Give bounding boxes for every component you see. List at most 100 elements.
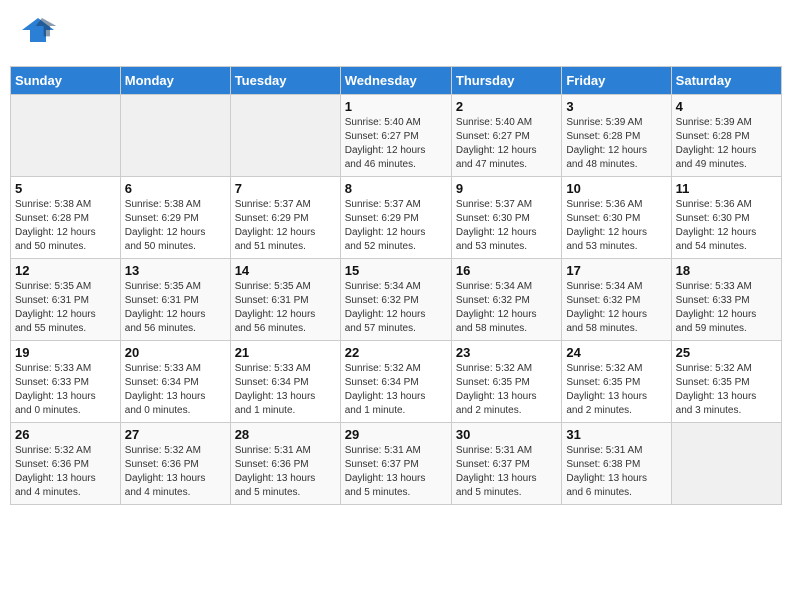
calendar-cell: 4 Sunrise: 5:39 AM Sunset: 6:28 PM Daylig… (671, 95, 781, 177)
calendar-cell: 13Sunrise: 5:35 AM Sunset: 6:31 PM Dayli… (120, 259, 230, 341)
calendar-cell: 20 Sunrise: 5:33 AM Sunset: 6:34 PM Dayli… (120, 341, 230, 423)
day-info: Sunrise: 5:31 AM Sunset: 6:38 PM Dayligh… (566, 444, 666, 500)
day-info: Sunrise: 5:31 AM Sunset: 6:37 PM Dayligh… (345, 444, 447, 500)
calendar-cell: 1 Sunrise: 5:40 AM Sunset: 6:27 PM Daylig… (340, 95, 451, 177)
calendar-cell: 27Sunrise: 5:32 AM Sunset: 6:36 PM Dayli… (120, 423, 230, 505)
day-number: 6 (125, 181, 226, 196)
day-info: Sunrise: 5:34 AM Sunset: 6:32 PM Dayligh… (456, 280, 557, 336)
weekday-header-thursday: Thursday (451, 67, 561, 95)
calendar-cell: 29 Sunrise: 5:31 AM Sunset: 6:37 PM Dayli… (340, 423, 451, 505)
day-info: Sunrise: 5:37 AM Sunset: 6:29 PM Dayligh… (235, 198, 336, 254)
day-number: 11 (676, 181, 777, 196)
day-number: 7 (235, 181, 336, 196)
calendar-cell: 14 Sunrise: 5:35 AM Sunset: 6:31 PM Dayli… (230, 259, 340, 341)
calendar-cell: 26Sunrise: 5:32 AM Sunset: 6:36 PM Dayli… (11, 423, 121, 505)
calendar-cell: 6 Sunrise: 5:38 AM Sunset: 6:29 PM Daylig… (120, 177, 230, 259)
calendar-cell: 7 Sunrise: 5:37 AM Sunset: 6:29 PM Daylig… (230, 177, 340, 259)
calendar-week-2: 5 Sunrise: 5:38 AM Sunset: 6:28 PM Daylig… (11, 177, 782, 259)
page-header (10, 10, 782, 58)
calendar-cell (671, 423, 781, 505)
calendar-header: SundayMondayTuesdayWednesdayThursdayFrid… (11, 67, 782, 95)
day-number: 31 (566, 427, 666, 442)
day-number: 27 (125, 427, 226, 442)
calendar-cell: 17 Sunrise: 5:34 AM Sunset: 6:32 PM Dayli… (562, 259, 671, 341)
day-number: 21 (235, 345, 336, 360)
logo (18, 14, 62, 54)
day-info: Sunrise: 5:33 AM Sunset: 6:34 PM Dayligh… (235, 362, 336, 418)
day-number: 25 (676, 345, 777, 360)
day-number: 26 (15, 427, 116, 442)
day-number: 12 (15, 263, 116, 278)
calendar-cell (230, 95, 340, 177)
day-number: 2 (456, 99, 557, 114)
calendar-cell: 28 Sunrise: 5:31 AM Sunset: 6:36 PM Dayli… (230, 423, 340, 505)
day-number: 1 (345, 99, 447, 114)
calendar-week-1: 1 Sunrise: 5:40 AM Sunset: 6:27 PM Daylig… (11, 95, 782, 177)
day-info: Sunrise: 5:39 AM Sunset: 6:28 PM Dayligh… (566, 116, 666, 172)
day-info: Sunrise: 5:34 AM Sunset: 6:32 PM Dayligh… (345, 280, 447, 336)
day-number: 22 (345, 345, 447, 360)
weekday-header-sunday: Sunday (11, 67, 121, 95)
calendar-week-5: 26Sunrise: 5:32 AM Sunset: 6:36 PM Dayli… (11, 423, 782, 505)
weekday-header-saturday: Saturday (671, 67, 781, 95)
day-number: 14 (235, 263, 336, 278)
day-number: 5 (15, 181, 116, 196)
day-info: Sunrise: 5:38 AM Sunset: 6:28 PM Dayligh… (15, 198, 116, 254)
day-number: 10 (566, 181, 666, 196)
calendar-cell: 10 Sunrise: 5:36 AM Sunset: 6:30 PM Dayli… (562, 177, 671, 259)
calendar-cell: 3 Sunrise: 5:39 AM Sunset: 6:28 PM Daylig… (562, 95, 671, 177)
calendar-cell: 21 Sunrise: 5:33 AM Sunset: 6:34 PM Dayli… (230, 341, 340, 423)
weekday-header-monday: Monday (120, 67, 230, 95)
weekday-header-tuesday: Tuesday (230, 67, 340, 95)
day-info: Sunrise: 5:32 AM Sunset: 6:35 PM Dayligh… (566, 362, 666, 418)
day-info: Sunrise: 5:40 AM Sunset: 6:27 PM Dayligh… (456, 116, 557, 172)
day-info: Sunrise: 5:37 AM Sunset: 6:29 PM Dayligh… (345, 198, 447, 254)
day-number: 15 (345, 263, 447, 278)
day-number: 8 (345, 181, 447, 196)
calendar-cell: 18Sunrise: 5:33 AM Sunset: 6:33 PM Dayli… (671, 259, 781, 341)
day-info: Sunrise: 5:31 AM Sunset: 6:36 PM Dayligh… (235, 444, 336, 500)
day-number: 19 (15, 345, 116, 360)
day-info: Sunrise: 5:33 AM Sunset: 6:34 PM Dayligh… (125, 362, 226, 418)
calendar-cell: 15 Sunrise: 5:34 AM Sunset: 6:32 PM Dayli… (340, 259, 451, 341)
day-info: Sunrise: 5:32 AM Sunset: 6:35 PM Dayligh… (456, 362, 557, 418)
logo-icon (18, 14, 58, 54)
calendar-table: SundayMondayTuesdayWednesdayThursdayFrid… (10, 66, 782, 505)
calendar-week-3: 12 Sunrise: 5:35 AM Sunset: 6:31 PM Dayli… (11, 259, 782, 341)
day-number: 3 (566, 99, 666, 114)
calendar-cell: 16Sunrise: 5:34 AM Sunset: 6:32 PM Dayli… (451, 259, 561, 341)
day-number: 20 (125, 345, 226, 360)
day-info: Sunrise: 5:38 AM Sunset: 6:29 PM Dayligh… (125, 198, 226, 254)
day-info: Sunrise: 5:35 AM Sunset: 6:31 PM Dayligh… (235, 280, 336, 336)
calendar-cell: 11 Sunrise: 5:36 AM Sunset: 6:30 PM Dayli… (671, 177, 781, 259)
day-info: Sunrise: 5:31 AM Sunset: 6:37 PM Dayligh… (456, 444, 557, 500)
weekday-header-wednesday: Wednesday (340, 67, 451, 95)
day-number: 4 (676, 99, 777, 114)
day-number: 29 (345, 427, 447, 442)
day-info: Sunrise: 5:32 AM Sunset: 6:34 PM Dayligh… (345, 362, 447, 418)
weekday-header-row: SundayMondayTuesdayWednesdayThursdayFrid… (11, 67, 782, 95)
day-info: Sunrise: 5:36 AM Sunset: 6:30 PM Dayligh… (566, 198, 666, 254)
calendar-cell: 5 Sunrise: 5:38 AM Sunset: 6:28 PM Daylig… (11, 177, 121, 259)
day-number: 23 (456, 345, 557, 360)
calendar-cell: 12 Sunrise: 5:35 AM Sunset: 6:31 PM Dayli… (11, 259, 121, 341)
calendar-week-4: 19 Sunrise: 5:33 AM Sunset: 6:33 PM Dayli… (11, 341, 782, 423)
day-info: Sunrise: 5:34 AM Sunset: 6:32 PM Dayligh… (566, 280, 666, 336)
calendar-cell: 19 Sunrise: 5:33 AM Sunset: 6:33 PM Dayli… (11, 341, 121, 423)
calendar-body: 1 Sunrise: 5:40 AM Sunset: 6:27 PM Daylig… (11, 95, 782, 505)
day-number: 28 (235, 427, 336, 442)
day-number: 17 (566, 263, 666, 278)
day-number: 24 (566, 345, 666, 360)
day-number: 13 (125, 263, 226, 278)
calendar-cell: 31 Sunrise: 5:31 AM Sunset: 6:38 PM Dayli… (562, 423, 671, 505)
day-number: 9 (456, 181, 557, 196)
day-info: Sunrise: 5:35 AM Sunset: 6:31 PM Dayligh… (15, 280, 116, 336)
calendar-cell: 24 Sunrise: 5:32 AM Sunset: 6:35 PM Dayli… (562, 341, 671, 423)
day-info: Sunrise: 5:33 AM Sunset: 6:33 PM Dayligh… (15, 362, 116, 418)
day-info: Sunrise: 5:39 AM Sunset: 6:28 PM Dayligh… (676, 116, 777, 172)
day-info: Sunrise: 5:33 AM Sunset: 6:33 PM Dayligh… (676, 280, 777, 336)
calendar-cell: 8 Sunrise: 5:37 AM Sunset: 6:29 PM Daylig… (340, 177, 451, 259)
day-info: Sunrise: 5:37 AM Sunset: 6:30 PM Dayligh… (456, 198, 557, 254)
day-info: Sunrise: 5:36 AM Sunset: 6:30 PM Dayligh… (676, 198, 777, 254)
day-info: Sunrise: 5:40 AM Sunset: 6:27 PM Dayligh… (345, 116, 447, 172)
